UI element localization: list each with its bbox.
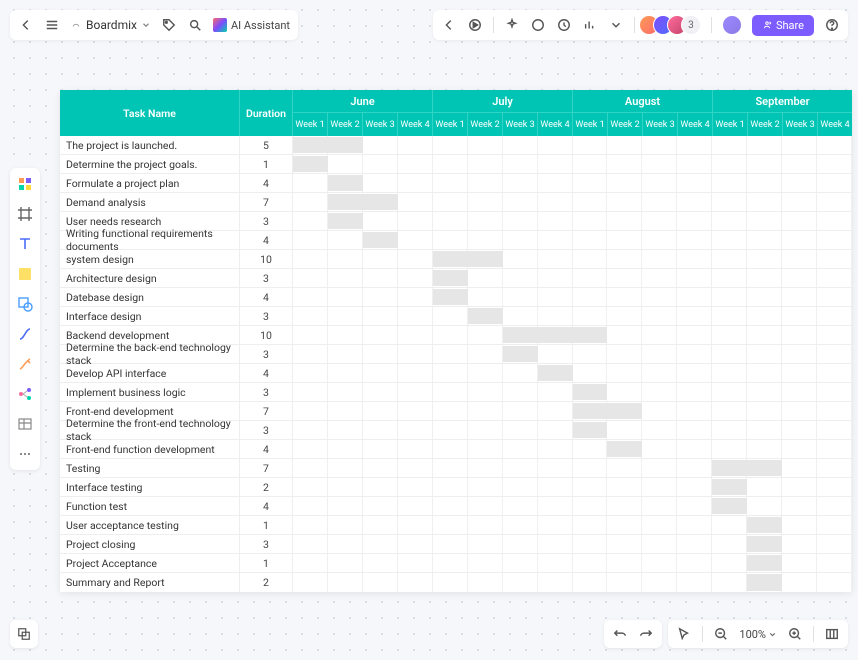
pen-icon[interactable]	[15, 354, 35, 374]
gantt-bar[interactable]	[712, 479, 747, 495]
chevron-down-icon[interactable]	[608, 17, 624, 33]
table-row[interactable]: User acceptance testing1	[60, 516, 852, 535]
gantt-bar[interactable]	[538, 365, 573, 381]
table-row[interactable]: The project is launched.5	[60, 136, 852, 155]
layers-button[interactable]	[10, 620, 38, 648]
table-row[interactable]: Formulate a project plan4	[60, 174, 852, 193]
back-icon[interactable]	[18, 17, 34, 33]
header-task: Task Name	[60, 90, 240, 136]
sparkle-icon[interactable]	[504, 17, 520, 33]
redo-icon[interactable]	[638, 626, 654, 642]
gantt-bar[interactable]	[573, 384, 608, 400]
table-row[interactable]: Datebase design4	[60, 288, 852, 307]
search-icon[interactable]	[187, 17, 203, 33]
header-duration: Duration	[240, 90, 293, 136]
gantt-bar[interactable]	[328, 213, 363, 229]
gantt-bar[interactable]	[433, 251, 503, 267]
zoom-in-icon[interactable]	[787, 626, 803, 642]
gantt-bar[interactable]	[712, 460, 782, 476]
table-icon[interactable]	[15, 414, 35, 434]
gantt-bar[interactable]	[363, 232, 398, 248]
ai-assistant-button[interactable]: AI Assistant	[213, 18, 290, 32]
table-row[interactable]: Implement business logic3	[60, 383, 852, 402]
table-row[interactable]: Summary and Report2	[60, 573, 852, 592]
mindmap-icon[interactable]	[15, 384, 35, 404]
gantt-bar[interactable]	[293, 156, 328, 172]
table-row[interactable]: Writing functional requirements document…	[60, 231, 852, 250]
bottom-toolbar: 100%	[604, 620, 848, 648]
table-row[interactable]: Determine the project goals.1	[60, 155, 852, 174]
gantt-bar[interactable]	[503, 346, 538, 362]
current-user-avatar[interactable]	[722, 15, 742, 35]
table-row[interactable]: Testing7	[60, 459, 852, 478]
comment-icon[interactable]	[530, 17, 546, 33]
table-row[interactable]: Determine the front-end technology stack…	[60, 421, 852, 440]
gantt-bar[interactable]	[573, 403, 643, 419]
connector-icon[interactable]	[15, 324, 35, 344]
table-row[interactable]: Interface testing2	[60, 478, 852, 497]
gantt-bar[interactable]	[607, 441, 642, 457]
play-icon[interactable]	[467, 17, 483, 33]
template-icon[interactable]	[15, 174, 35, 194]
gantt-bar[interactable]	[433, 270, 468, 286]
table-row[interactable]: Architecture design3	[60, 269, 852, 288]
play-back-icon[interactable]	[441, 17, 457, 33]
frame-icon[interactable]	[15, 204, 35, 224]
chart-icon[interactable]	[582, 17, 598, 33]
gantt-bar[interactable]	[747, 574, 782, 591]
table-row[interactable]: Interface design3	[60, 307, 852, 326]
undo-icon[interactable]	[612, 626, 628, 642]
brand-name[interactable]: Boardmix	[70, 18, 151, 32]
gantt-bar[interactable]	[503, 327, 608, 343]
history-icon[interactable]	[556, 17, 572, 33]
table-row[interactable]: system design10	[60, 250, 852, 269]
gantt-table[interactable]: Task Name Duration JuneWeek 1Week 2Week …	[60, 90, 852, 592]
top-toolbar: Boardmix AI Assistant 3 Share	[10, 10, 848, 40]
brand-label: Boardmix	[86, 18, 137, 32]
help-icon[interactable]	[824, 17, 840, 33]
shape-icon[interactable]	[15, 294, 35, 314]
table-row[interactable]: Demand analysis7	[60, 193, 852, 212]
share-button[interactable]: Share	[752, 15, 814, 36]
tag-icon[interactable]	[161, 17, 177, 33]
gantt-bar[interactable]	[573, 422, 608, 438]
gantt-bar[interactable]	[747, 536, 782, 552]
cursor-icon[interactable]	[676, 626, 692, 642]
gantt-bar[interactable]	[712, 498, 747, 514]
table-row[interactable]: Project closing3	[60, 535, 852, 554]
more-icon[interactable]	[15, 444, 35, 464]
gantt-bar[interactable]	[328, 194, 398, 210]
gantt-bar[interactable]	[747, 555, 782, 571]
map-icon[interactable]	[824, 626, 840, 642]
text-icon[interactable]	[15, 234, 35, 254]
left-toolbar	[10, 168, 40, 470]
table-row[interactable]: Determine the back-end technology stack3	[60, 345, 852, 364]
avatar-count: 3	[681, 15, 701, 35]
avatar-stack[interactable]: 3	[645, 15, 701, 35]
gantt-bar[interactable]	[293, 137, 363, 153]
table-row[interactable]: Develop API interface4	[60, 364, 852, 383]
table-row[interactable]: Function test4	[60, 497, 852, 516]
table-row[interactable]: Project Acceptance1	[60, 554, 852, 573]
table-row[interactable]: Front-end function development4	[60, 440, 852, 459]
gantt-bar[interactable]	[433, 289, 468, 305]
zoom-level[interactable]: 100%	[739, 628, 777, 641]
menu-icon[interactable]	[44, 17, 60, 33]
gantt-bar[interactable]	[747, 517, 782, 533]
sticky-icon[interactable]	[15, 264, 35, 284]
zoom-out-icon[interactable]	[713, 626, 729, 642]
gantt-bar[interactable]	[468, 308, 503, 324]
gantt-bar[interactable]	[328, 175, 363, 191]
